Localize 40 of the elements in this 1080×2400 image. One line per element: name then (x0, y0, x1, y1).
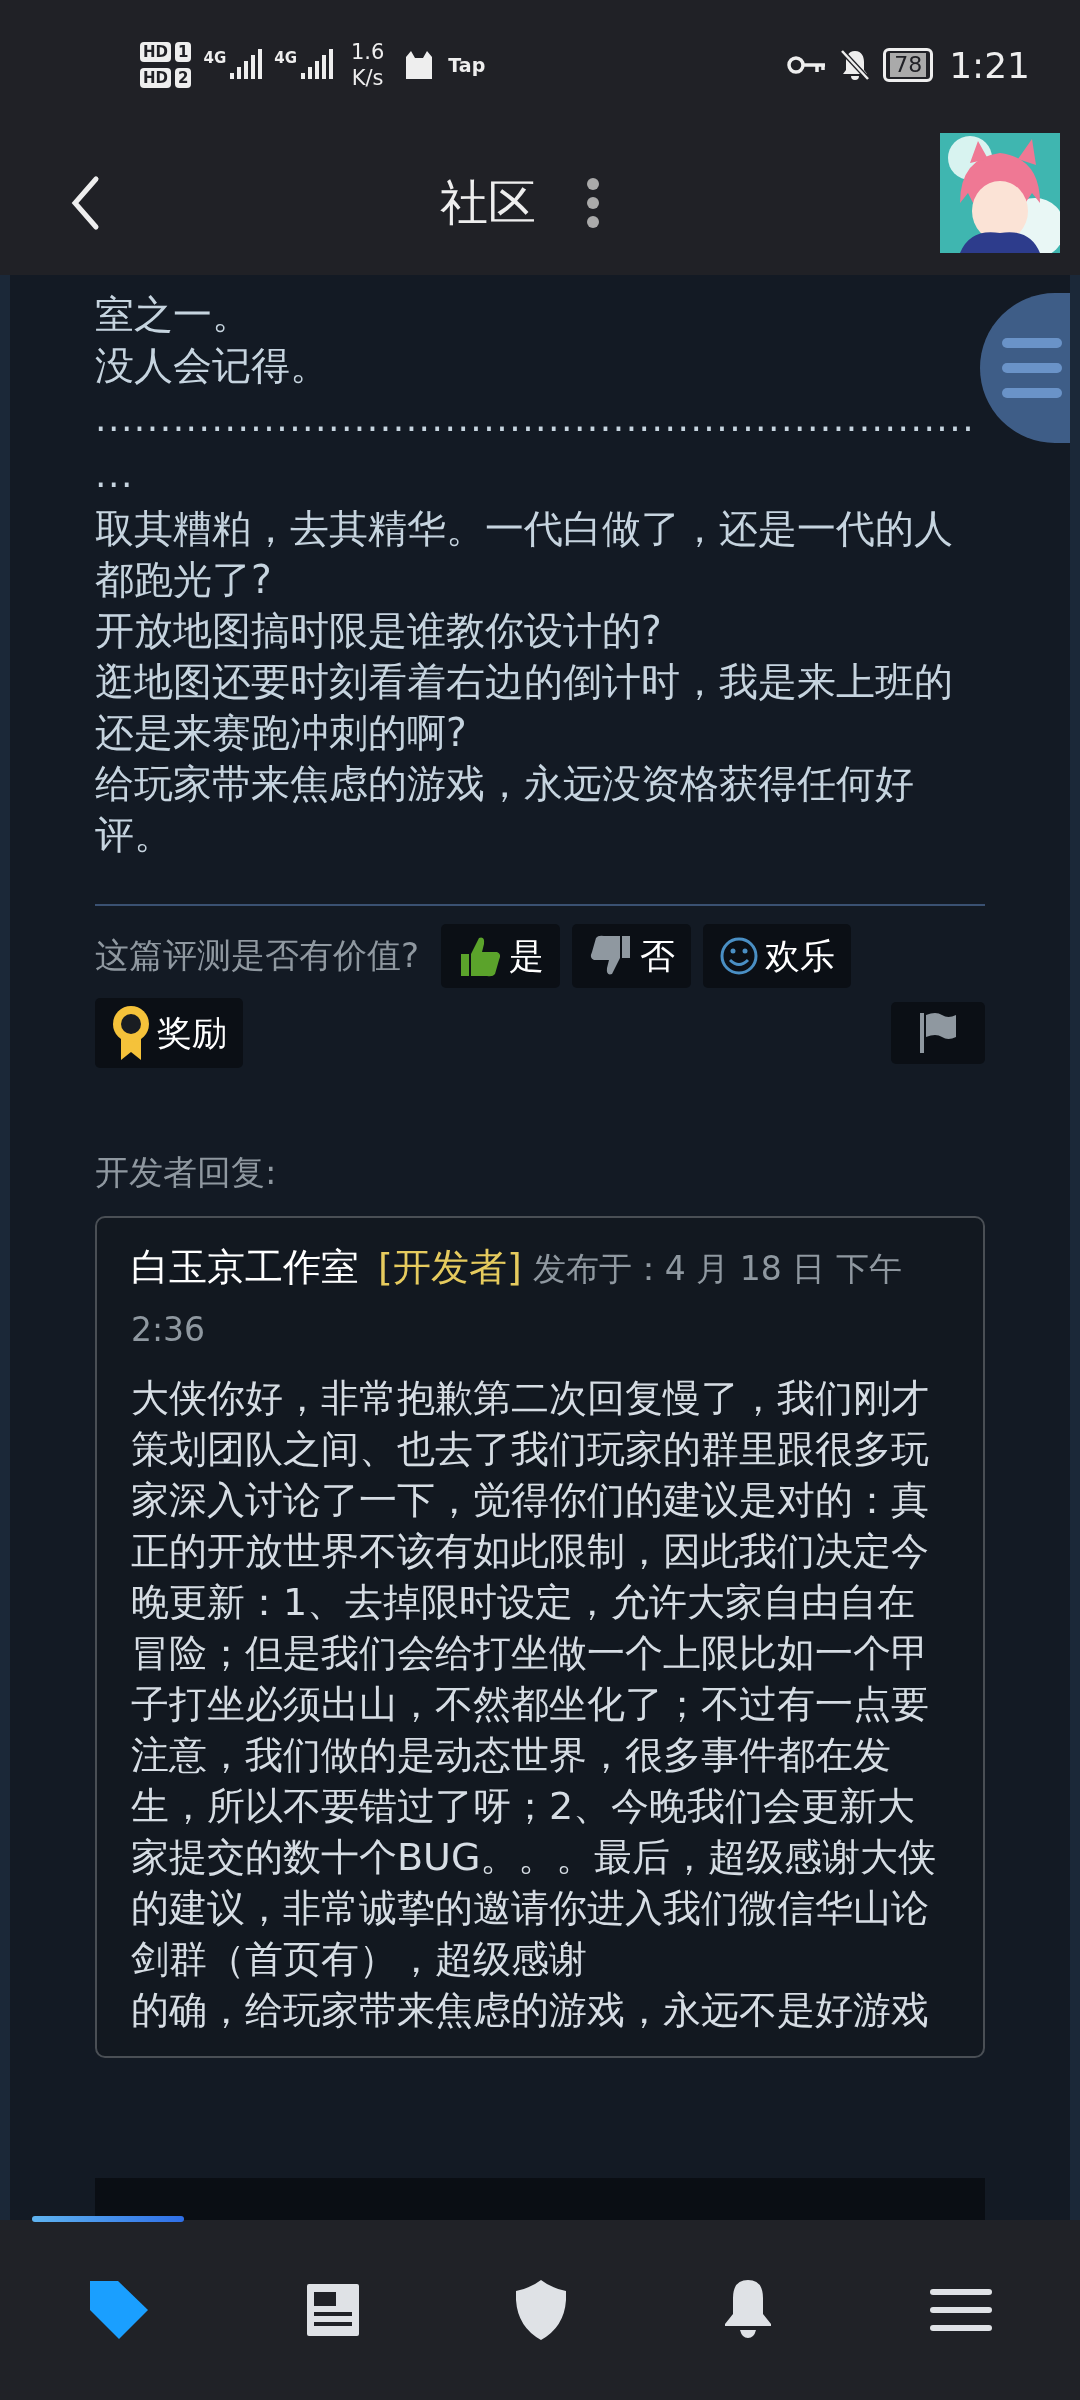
clock: 1:21 (949, 44, 1030, 86)
menu-tab[interactable] (929, 2289, 992, 2331)
shield-tab[interactable] (516, 2280, 566, 2340)
smiley-icon (719, 936, 760, 976)
helpful-question: 这篇评测是否有价值? (95, 934, 420, 977)
helpful-button[interactable]: 是 (441, 924, 561, 988)
battery-indicator: 78 (883, 48, 934, 82)
reply-text: 的确，给玩家带来焦虑的游戏，永远不是好游戏 (131, 1987, 930, 2034)
menu-button[interactable] (980, 293, 1070, 443)
signal-indicator: 4G (274, 49, 333, 81)
report-button[interactable] (891, 1002, 985, 1064)
muted-bell-icon (839, 48, 872, 82)
review-text: 室之一。 (95, 291, 252, 339)
not-helpful-button[interactable]: 否 (572, 924, 692, 988)
review-text: ....................................................................... (95, 397, 977, 497)
reply-header: 白玉京工作室 [开发者] 发布于：4 月 18 日 下午 2:36 (131, 1244, 903, 1351)
notifications-tab[interactable] (722, 2280, 773, 2340)
flag-icon (918, 1011, 958, 1055)
app-label: Tap (448, 54, 486, 76)
review-text: 逛地图还要时刻看着右边的倒计时，我是来上班的还是来赛跑冲刺的啊? (95, 658, 954, 757)
speed-value: 1.6 (350, 39, 385, 65)
review-text: 给玩家带来焦虑的游戏，永远没资格获得任何好评。 (95, 760, 915, 859)
funny-button[interactable]: 欢乐 (703, 924, 852, 988)
award-button[interactable]: 奖励 (95, 998, 243, 1068)
reply-text: 大侠你好，非常抱歉第二次回复慢了，我们刚才策划团队之间、也去了我们玩家的群里跟很多玩家深入讨论了一下，觉得你们的建议是对的：真正的开放世界不该有如此限制，因此我们决定今晚更新：1、去掉限时设定，允许大家自由自在冒险；但是我们会给打坐做一个上限比如一个甲子打坐必须出山，不然都坐化了；不过有一点要注意，我们做的是动态世界，很多事件都在发生，所以不要错过了呀；2、今晚我们会更新大家提交的数十个BUG。。。最后，超级感谢大侠的建议，非常诚挚的邀请你进入我们微信华山论剑群（首页有），超级感谢 (131, 1375, 938, 1983)
sim-indicator: HD 2 (140, 68, 192, 88)
news-tab[interactable] (307, 2284, 360, 2336)
page-title: 社区 (440, 172, 536, 232)
section-heading: 开发者回复: (95, 1151, 278, 1194)
sim-indicator: HD 1 (140, 42, 192, 62)
more-icon[interactable] (586, 176, 600, 229)
speed-unit: K/s (351, 65, 384, 91)
signal-indicator: 4G (203, 49, 263, 81)
award-icon (111, 1004, 151, 1062)
review-text: 开放地图搞时限是谁教你设计的? (95, 607, 663, 655)
review-text: 取其糟粕，去其精华。一代白做了，还是一代的人都跑光了? (95, 505, 954, 604)
back-button[interactable] (70, 174, 100, 231)
tag-tab[interactable] (88, 2279, 151, 2341)
key-icon (787, 54, 828, 76)
review-text: 没人会记得。 (95, 342, 330, 390)
